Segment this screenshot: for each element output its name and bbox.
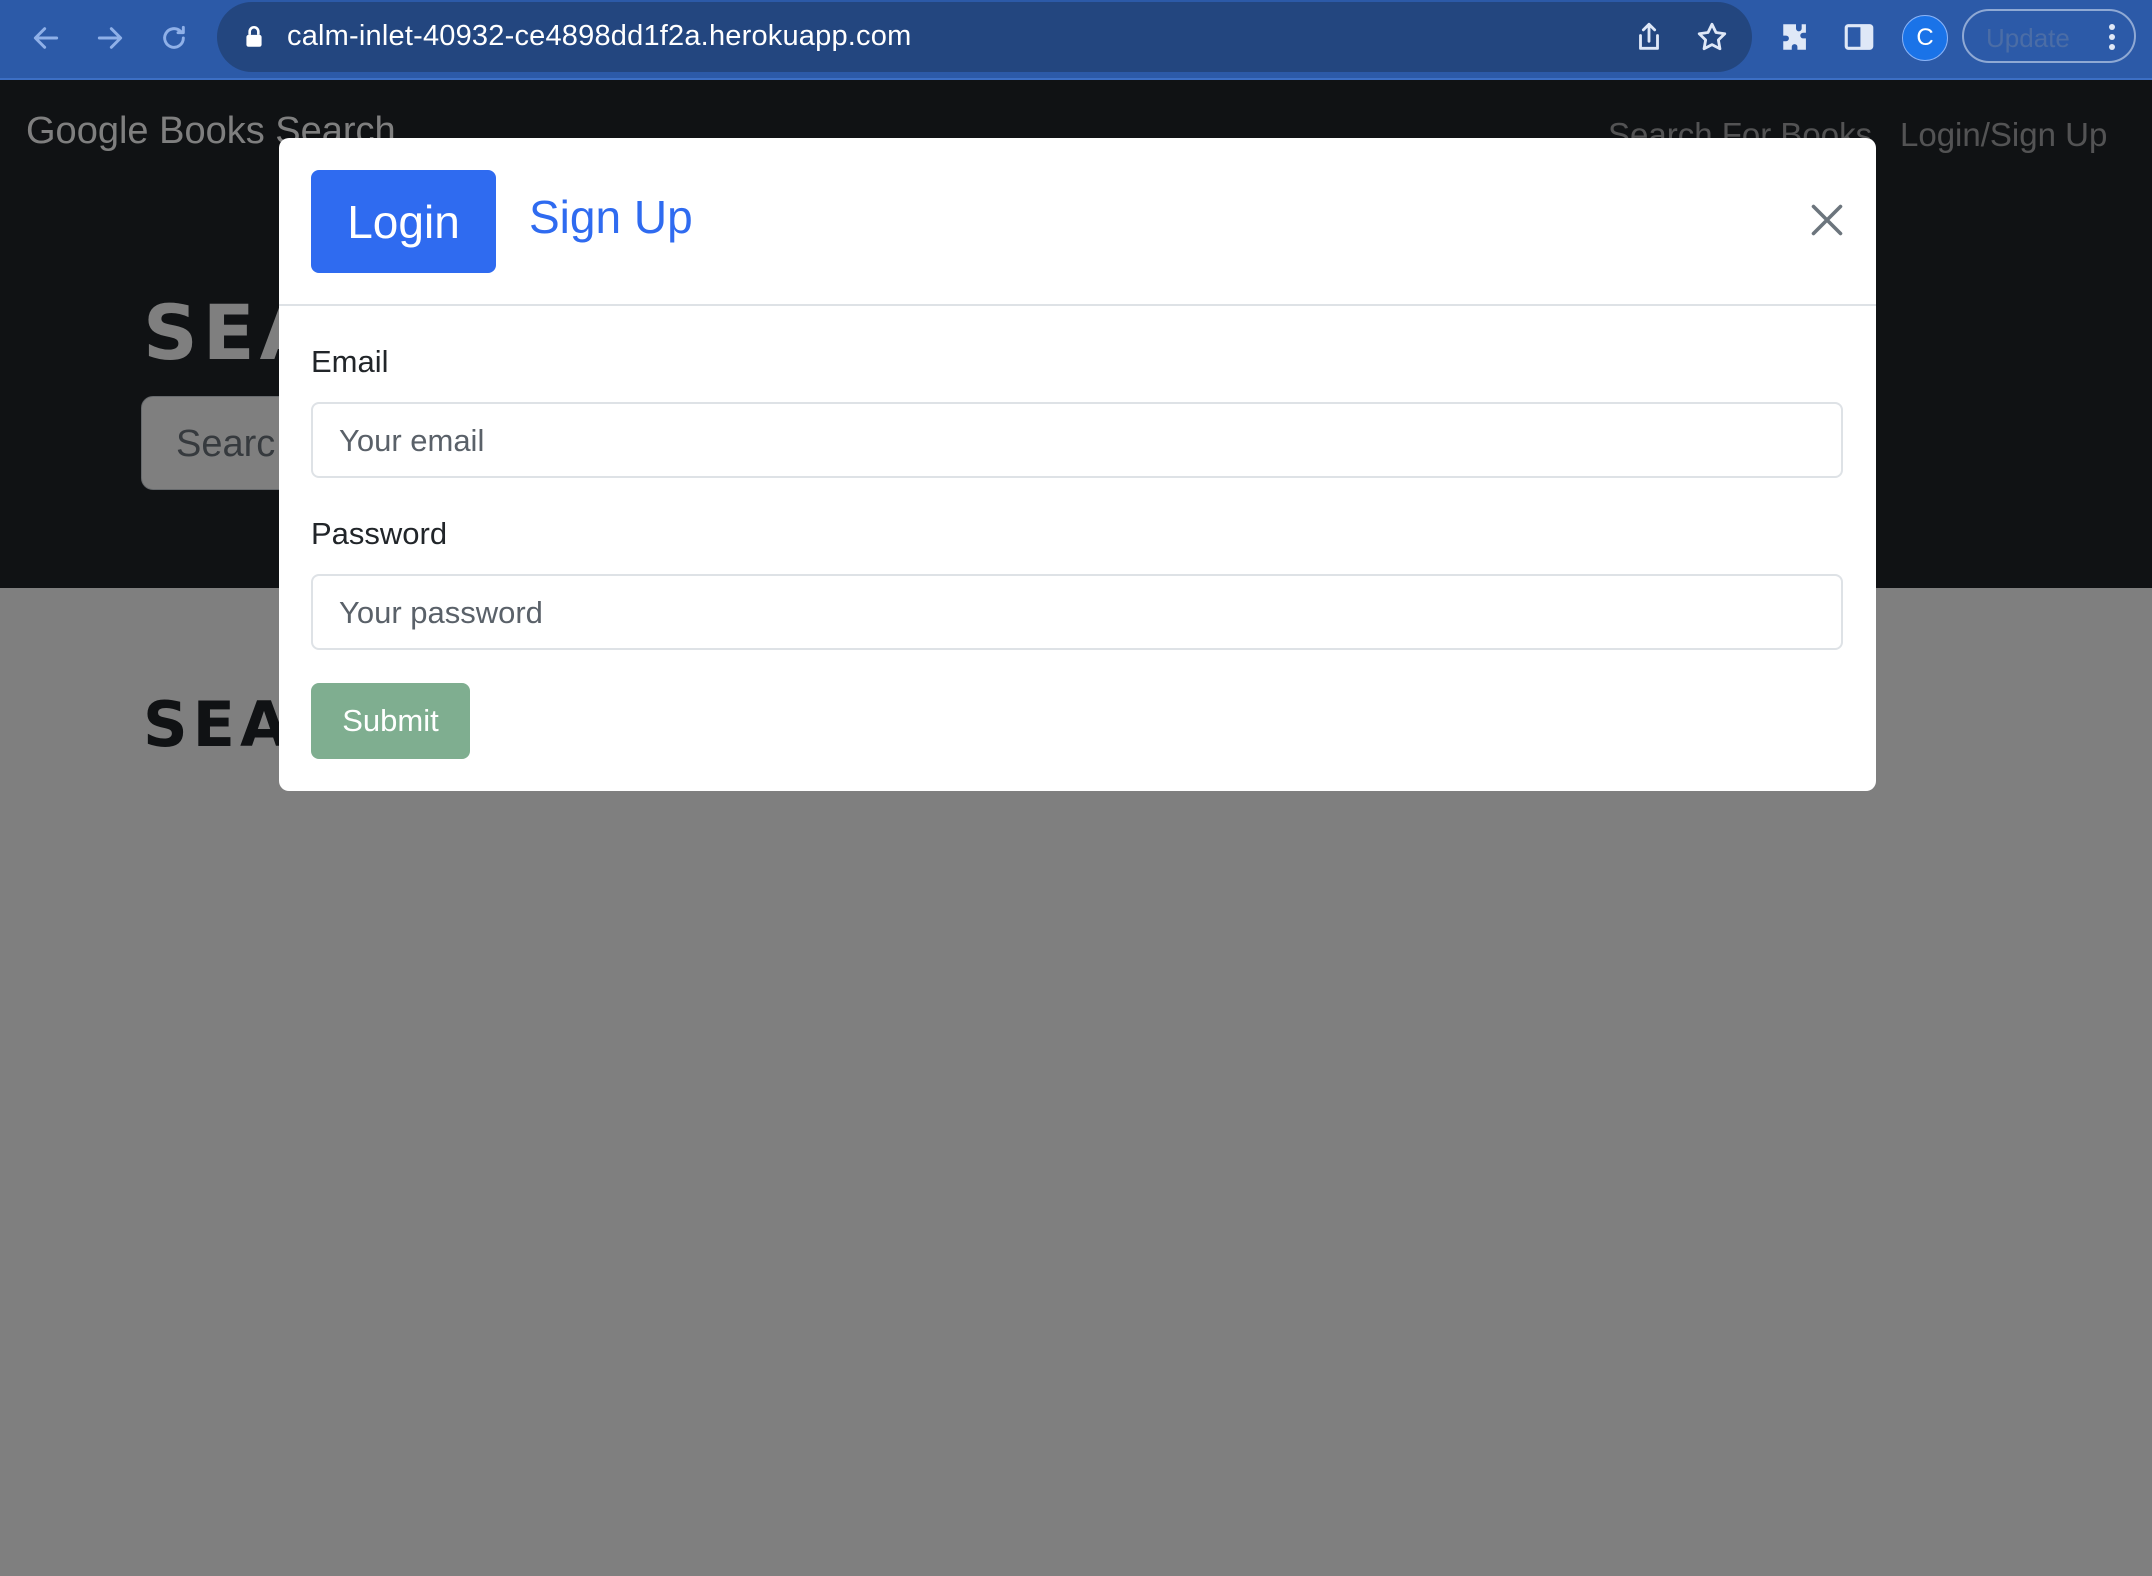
star-icon[interactable] — [1695, 20, 1729, 54]
kebab-menu-icon[interactable] — [2108, 23, 2116, 51]
update-label: Update — [1986, 23, 2070, 53]
reload-icon — [163, 25, 185, 49]
profile-avatar[interactable]: C — [1902, 15, 1948, 61]
tab-signup[interactable]: Sign Up — [529, 190, 693, 244]
login-modal: Login Sign Up Email Your email Password … — [279, 138, 1876, 791]
tab-login[interactable]: Login — [311, 170, 496, 273]
update-button[interactable]: Update — [1962, 9, 2136, 63]
browser-toolbar: calm-inlet-40932-ce4898dd1f2a.herokuapp.… — [0, 0, 2152, 80]
email-placeholder: Your email — [339, 423, 485, 458]
arrow-left-icon — [33, 27, 59, 49]
password-label: Password — [311, 516, 448, 551]
side-panel-icon[interactable] — [1842, 20, 1876, 54]
reload-button[interactable] — [152, 16, 196, 60]
back-button[interactable] — [24, 16, 68, 60]
share-icon[interactable] — [1632, 20, 1666, 54]
address-bar[interactable]: calm-inlet-40932-ce4898dd1f2a.herokuapp.… — [217, 2, 1752, 72]
forward-button[interactable] — [88, 16, 132, 60]
modal-header: Login Sign Up — [279, 138, 1876, 306]
puzzle-icon[interactable] — [1779, 20, 1813, 54]
arrow-right-icon — [97, 27, 123, 49]
password-placeholder: Your password — [339, 595, 543, 630]
lock-icon[interactable] — [241, 24, 267, 50]
url-text[interactable]: calm-inlet-40932-ce4898dd1f2a.herokuapp.… — [287, 20, 911, 53]
submit-button[interactable]: Submit — [311, 683, 470, 759]
password-field[interactable]: Your password — [311, 574, 1843, 650]
email-field[interactable]: Your email — [311, 402, 1843, 478]
email-label: Email — [311, 344, 389, 379]
close-icon[interactable] — [1809, 202, 1845, 238]
